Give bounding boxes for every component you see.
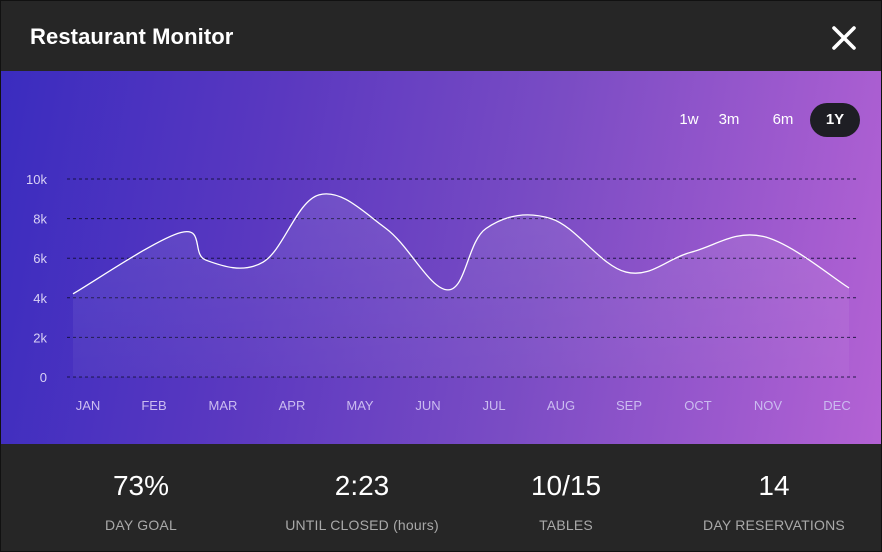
range-3m-button[interactable]: 3m <box>712 103 746 137</box>
app-title: Restaurant Monitor <box>30 24 234 49</box>
stat-label: TABLES <box>539 517 593 533</box>
header-bar: Restaurant Monitor <box>1 1 881 71</box>
series-area <box>73 193 849 377</box>
y-tick-label: 2k <box>33 330 47 345</box>
stat-day-reservations: 14 DAY RESERVATIONS <box>664 444 881 551</box>
x-tick-label: AUG <box>547 398 575 413</box>
x-tick-label: SEP <box>616 398 642 413</box>
y-tick-label: 4k <box>33 291 47 306</box>
stat-value: 73% <box>112 470 170 501</box>
y-tick-label: 8k <box>33 212 47 227</box>
x-tick-label: JUL <box>482 398 505 413</box>
x-tick-label: APR <box>279 398 306 413</box>
close-icon <box>832 26 856 50</box>
x-tick-label: NOV <box>754 398 783 413</box>
stat-value: 14 <box>758 470 790 501</box>
y-tick-label: 6k <box>33 251 47 266</box>
range-6m-button[interactable]: 6m <box>766 103 800 137</box>
x-tick-label: MAY <box>346 398 374 413</box>
stat-day-goal: 73% DAY GOAL <box>41 444 241 551</box>
range-1y-button[interactable]: 1Y <box>810 103 860 137</box>
x-tick-label: DEC <box>823 398 850 413</box>
stats-bar: 73% DAY GOAL 2:23 UNTIL CLOSED (hours) 1… <box>1 444 881 551</box>
stat-label: DAY GOAL <box>105 517 177 533</box>
stat-until-closed: 2:23 UNTIL CLOSED (hours) <box>252 444 472 551</box>
stat-value: 10/15 <box>530 470 602 501</box>
range-1w-button[interactable]: 1w <box>672 103 706 137</box>
close-button[interactable] <box>829 23 859 53</box>
y-tick-label: 0 <box>40 370 47 385</box>
chart-panel: 10k 8k 6k 4k 2k 0 JAN FEB MAR APR MAY JUN JUL AUG SEP O… <box>1 71 881 444</box>
x-tick-label: FEB <box>141 398 166 413</box>
restaurant-monitor-window: Restaurant Monitor 10k 8k 6k 4k 2k 0 JAN FEB MAR… <box>0 0 882 552</box>
stat-value: 2:23 <box>334 470 390 501</box>
x-tick-label: JUN <box>415 398 440 413</box>
stat-tables: 10/15 TABLES <box>466 444 666 551</box>
x-tick-label: OCT <box>684 398 712 413</box>
stat-label: UNTIL CLOSED (hours) <box>285 517 439 533</box>
stat-label: DAY RESERVATIONS <box>703 517 845 533</box>
x-tick-label: MAR <box>209 398 238 413</box>
x-tick-label: JAN <box>76 398 101 413</box>
time-range-selector: 1w 3m 6m 1Y <box>672 103 860 137</box>
y-tick-label: 10k <box>26 172 47 187</box>
